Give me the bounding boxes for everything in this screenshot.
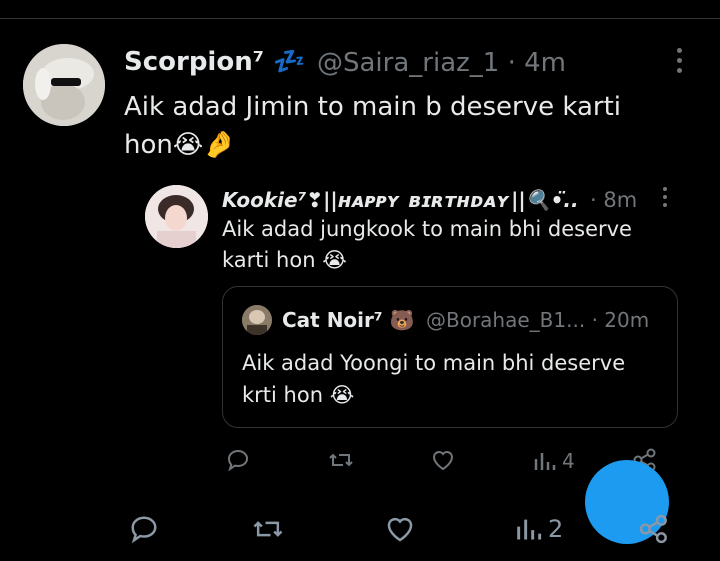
comment-icon [227,449,249,472]
quoted-avatar[interactable] [242,305,272,335]
main-like-button[interactable] [384,514,416,544]
main-views-button[interactable]: 2 [514,515,563,543]
comment-icon [131,516,157,544]
main-avatar[interactable] [23,44,105,126]
crying-pinch-emoji: 😭🤌 [172,130,236,160]
reply-views-button[interactable]: 4 [532,449,575,473]
main-reply-button[interactable] [129,514,159,544]
quoted-display-name[interactable]: Cat Noir⁷ 🐻 [282,308,415,332]
top-divider [0,18,720,19]
main-retweet-button[interactable] [252,514,284,544]
share-icon [639,514,667,544]
avatar-image-icon [23,44,105,126]
main-display-name[interactable]: Scorpion⁷ 💤 [124,47,306,77]
quoted-tweet-text: Aik adad Yoongi to main bhi deserve krti… [242,351,626,407]
reply-views-count: 4 [562,449,575,473]
quoted-timestamp[interactable]: 20m [604,308,649,332]
quoted-handle[interactable]: @Borahae_B1... [426,308,585,332]
reply-retweet-button[interactable] [328,448,354,472]
reply-display-name[interactable]: Kookie⁷❣||ʜᴀᴘᴘʏ ʙɪʀᴛʜᴅᴀʏ||🔍•̈.. [222,188,579,212]
crying-emoji: 😭 [322,248,347,272]
reply-more-icon[interactable] [663,187,667,207]
reply-reply-button[interactable] [226,448,250,472]
reply-timestamp[interactable]: 8m [603,188,637,212]
heart-icon [387,517,413,542]
main-views-count: 2 [548,515,564,543]
reply-avatar[interactable] [145,185,208,248]
avatar-image-icon [242,305,272,335]
heart-icon [432,451,454,471]
avatar-image-icon [145,185,208,248]
retweet-icon [253,521,283,537]
zzz-emoji: 💤 [273,47,306,77]
reply-time-wrap: · 8m [590,188,638,212]
reply-tweet-text: Aik adad jungkook to main bhi deserve ka… [222,217,632,272]
views-chart-icon [534,453,556,470]
main-share-button[interactable] [638,513,670,545]
retweet-icon [329,453,353,467]
main-timestamp[interactable]: 4m [524,48,566,78]
quoted-handle-time: @Borahae_B1... · 20m [426,308,650,332]
crying-emoji: 😭 [329,383,355,407]
bear-emoji: 🐻 [389,308,415,332]
main-tweet-text: Aik adad Jimin to main b deserve karti h… [124,92,622,160]
main-more-icon[interactable] [677,48,682,73]
main-handle-time: @Saira_riaz_1 · 4m [317,48,566,78]
reply-like-button[interactable] [430,448,456,472]
views-chart-icon [517,519,542,540]
main-handle[interactable]: @Saira_riaz_1 [317,48,499,78]
